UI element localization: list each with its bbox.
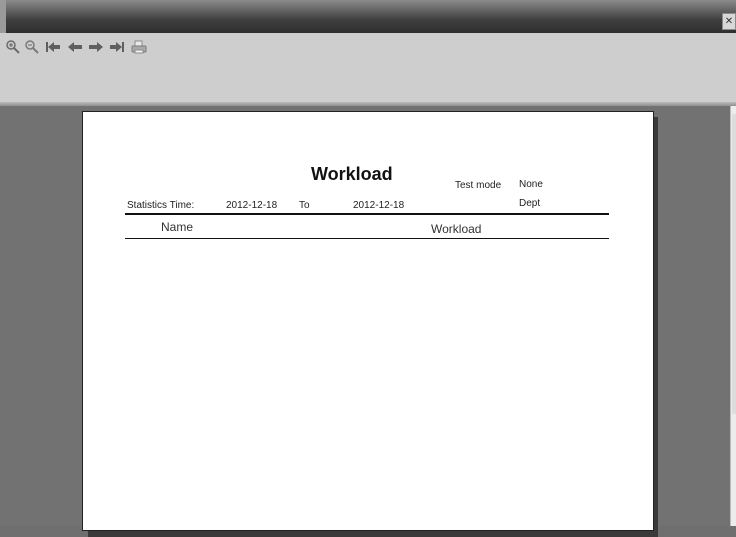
preview-toolbar bbox=[0, 33, 736, 106]
previous-page-button[interactable] bbox=[66, 38, 84, 56]
report-page: Workload Test mode None Statistics Time:… bbox=[82, 111, 654, 531]
column-header-name: Name bbox=[161, 220, 194, 234]
date-from: 2012-12-18 bbox=[226, 200, 278, 211]
window-titlebar: ✕ bbox=[0, 0, 736, 33]
zoom-in-icon bbox=[6, 40, 20, 54]
header-rule-top bbox=[125, 213, 609, 215]
last-page-icon bbox=[110, 42, 124, 52]
statistics-time-label: Statistics Time: bbox=[127, 200, 195, 211]
vertical-scrollbar[interactable] bbox=[730, 106, 736, 526]
print-icon bbox=[131, 40, 147, 54]
column-header-workload: Workload bbox=[431, 222, 482, 236]
next-page-icon bbox=[89, 42, 103, 52]
zoom-out-icon bbox=[25, 40, 39, 54]
scrollbar-thumb[interactable] bbox=[732, 114, 736, 414]
header-rule-bottom bbox=[125, 238, 609, 239]
test-mode-label: Test mode bbox=[455, 180, 502, 191]
dept-label: Dept bbox=[519, 198, 541, 209]
first-page-icon bbox=[46, 42, 60, 52]
last-page-button[interactable] bbox=[108, 38, 126, 56]
first-page-button[interactable] bbox=[44, 38, 62, 56]
test-mode-value: None bbox=[519, 179, 543, 190]
print-button[interactable] bbox=[130, 38, 148, 56]
zoom-out-button[interactable] bbox=[23, 38, 41, 56]
close-button[interactable]: ✕ bbox=[722, 13, 736, 30]
previous-page-icon bbox=[68, 42, 82, 52]
zoom-in-button[interactable] bbox=[4, 38, 22, 56]
to-label: To bbox=[299, 200, 310, 211]
report-title: Workload bbox=[311, 164, 393, 184]
next-page-button[interactable] bbox=[87, 38, 105, 56]
date-to: 2012-12-18 bbox=[353, 200, 405, 211]
titlebar-edge bbox=[0, 0, 6, 33]
close-icon: ✕ bbox=[724, 15, 734, 27]
